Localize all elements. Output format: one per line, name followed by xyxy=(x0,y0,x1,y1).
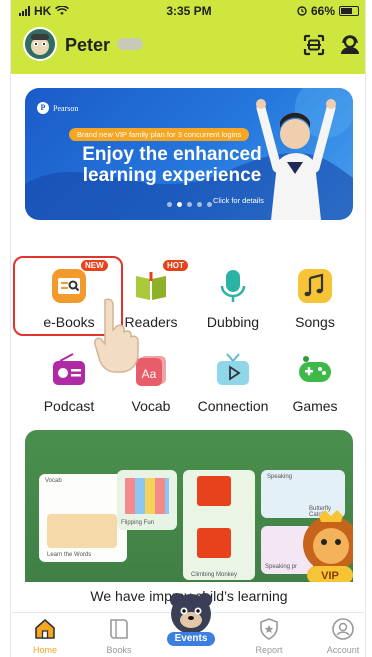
brand-name: Pearson xyxy=(53,103,79,113)
banner-link[interactable]: Click for details xyxy=(213,196,264,205)
feature-label: Podcast xyxy=(43,398,95,414)
profile-support-icon[interactable] xyxy=(337,32,363,58)
feature-games[interactable]: Games xyxy=(275,344,355,414)
promo-tag: Brand new VIP family plan for 3 concurre… xyxy=(69,128,250,141)
music-notes-icon xyxy=(298,269,332,303)
flipping-panel: Flipping Fun xyxy=(117,470,177,530)
vip-lion-mascot: VIP xyxy=(303,510,353,584)
carousel-dot xyxy=(167,202,172,207)
panel-caption: Learn the Words xyxy=(47,552,92,558)
username: Peter xyxy=(65,35,111,55)
carousel-dots xyxy=(167,202,212,207)
user-header: Peter xyxy=(11,24,365,68)
card-grid-image xyxy=(125,478,169,514)
carousel-dot xyxy=(187,202,192,207)
tab-label: Account xyxy=(326,645,360,655)
reading-child-image xyxy=(47,514,117,548)
microphone-icon xyxy=(220,270,246,302)
feature-label: Connection xyxy=(197,398,269,414)
feature-dubbing[interactable]: Dubbing xyxy=(193,260,273,330)
gift-box-icon xyxy=(197,476,231,506)
feature-label: Games xyxy=(292,398,338,414)
climbing-panel: Climbing Monkey xyxy=(183,470,255,580)
panel-title: Vocab xyxy=(45,478,62,484)
feature-connection[interactable]: Connection xyxy=(193,344,273,414)
account-icon xyxy=(332,618,354,640)
pointing-hand-icon xyxy=(94,298,139,373)
status-bar: HK 3:35 PM 66% xyxy=(11,0,365,22)
tab-label: Report xyxy=(255,645,283,655)
panel-caption: Speaking pr xyxy=(265,564,298,570)
battery-percent: 66% xyxy=(310,4,335,18)
carousel-dot xyxy=(197,202,202,207)
events-label: Events xyxy=(167,632,215,646)
home-icon xyxy=(35,619,55,639)
vip-label: VIP xyxy=(321,570,339,582)
panel-caption: Climbing Monkey xyxy=(191,572,238,578)
feature-label: Vocab xyxy=(131,398,171,414)
feature-label: Songs xyxy=(295,314,335,330)
feature-songs[interactable]: Songs xyxy=(275,260,355,330)
battery-icon xyxy=(339,6,359,16)
tab-home[interactable]: Home xyxy=(15,615,75,657)
top-header: HK 3:35 PM 66% Peter xyxy=(11,0,365,74)
promo-banner[interactable]: P Pearson Brand new VIP family plan for … xyxy=(25,88,353,220)
tab-report[interactable]: Report xyxy=(239,615,299,657)
tab-books[interactable]: Books xyxy=(89,615,149,657)
banner-title: Enjoy the enhanced learning experience xyxy=(82,144,262,186)
vocab-panel: Vocab Learn the Words xyxy=(39,474,127,562)
panel-title: Speaking xyxy=(267,474,293,480)
bear-mascot-icon xyxy=(170,593,212,634)
promo-card[interactable]: Vocab Learn the Words Flipping Fun Climb… xyxy=(25,430,353,608)
carousel-dot xyxy=(207,202,212,207)
report-shield-icon xyxy=(260,618,278,640)
panel-caption: Flipping Fun xyxy=(121,520,155,526)
gift-box-icon xyxy=(197,528,231,558)
tab-label: Home xyxy=(32,645,57,655)
tab-events[interactable]: Events xyxy=(163,590,219,652)
app-screen: HK 3:35 PM 66% Peter P Pearson Brand new… xyxy=(10,0,366,657)
membership-badge xyxy=(117,38,143,50)
tab-label: Books xyxy=(106,645,132,655)
feature-label: Dubbing xyxy=(206,314,260,330)
hot-badge: HOT xyxy=(163,260,188,271)
pearson-logo-icon: P xyxy=(37,102,49,114)
gamepad-icon xyxy=(299,356,331,382)
radio-icon xyxy=(53,353,85,385)
pearson-brand: P Pearson xyxy=(37,102,78,114)
scan-icon[interactable] xyxy=(301,32,327,58)
tv-play-icon xyxy=(217,353,249,385)
alarm-icon xyxy=(297,6,307,16)
tab-account[interactable]: Account xyxy=(313,615,365,657)
carousel-dot-active xyxy=(177,202,182,207)
book-icon xyxy=(110,619,128,639)
avatar[interactable] xyxy=(23,27,57,61)
